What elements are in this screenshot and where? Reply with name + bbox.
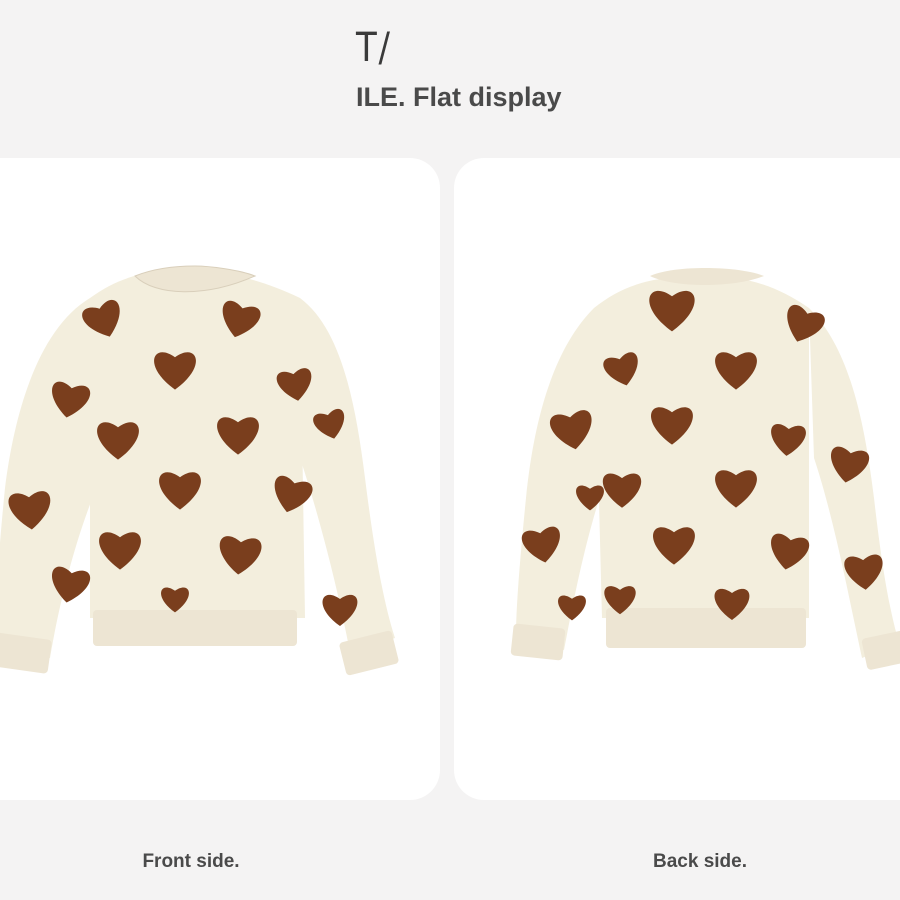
- sweater-front-image: [0, 265, 399, 676]
- back-image-card: [454, 158, 900, 800]
- sweater-back-image: [510, 268, 900, 670]
- page-subtitle: ILE. Flat display: [356, 82, 562, 112]
- brand-mark: T/: [356, 25, 392, 71]
- back-caption: Back side.: [653, 851, 747, 872]
- front-caption: Front side.: [142, 851, 240, 872]
- front-image-card: [0, 158, 440, 800]
